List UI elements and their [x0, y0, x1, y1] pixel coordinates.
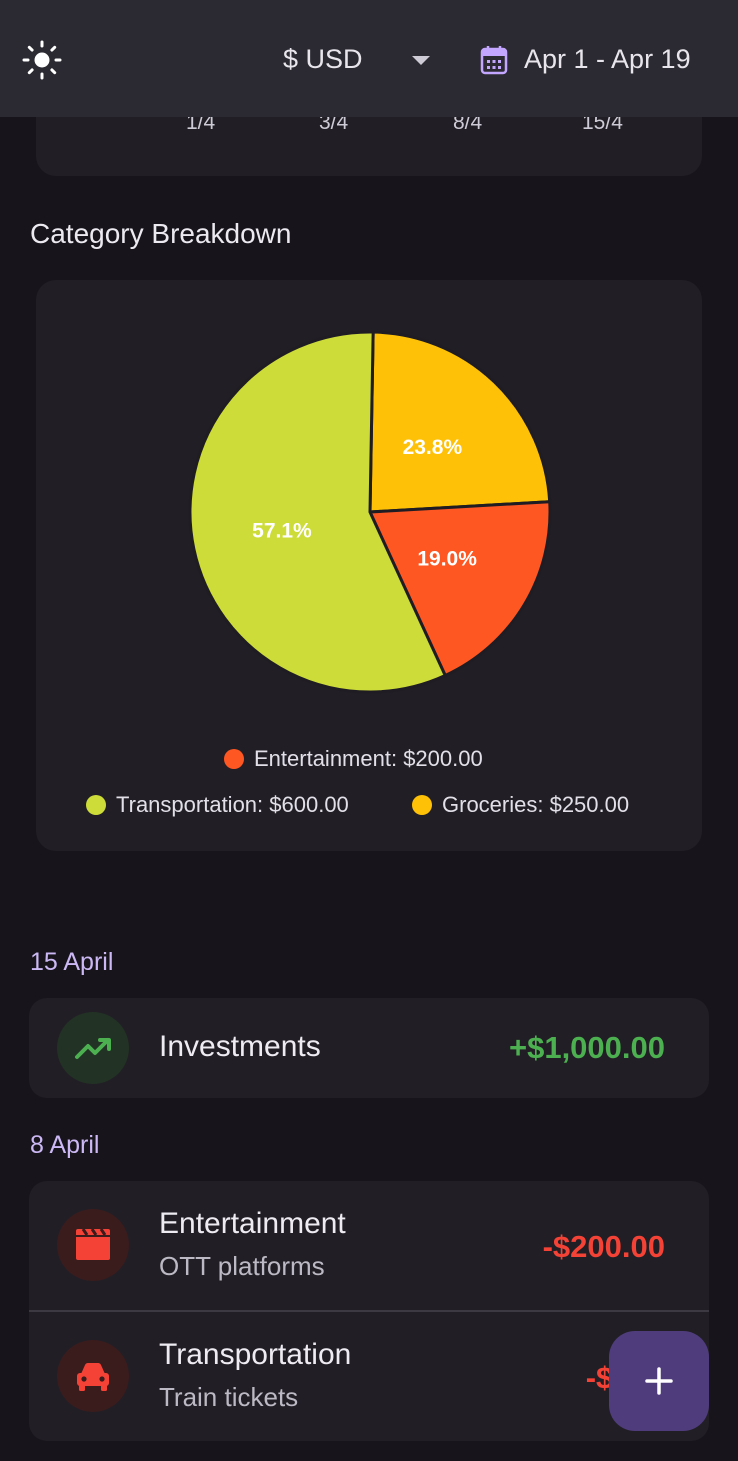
legend-label: Groceries: $250.00	[442, 792, 630, 817]
currency-selector[interactable]: $ USD	[283, 44, 363, 75]
transaction-amount: +$1,000.00	[508, 1030, 665, 1065]
section-title: Category Breakdown	[30, 218, 292, 249]
app-bar: $ USD Apr 1 - Apr 19	[0, 0, 738, 117]
pie-slice-groceries[interactable]	[368, 330, 552, 514]
transaction-title: Transportation	[159, 1338, 352, 1371]
transaction-title: Entertainment	[159, 1207, 346, 1240]
transaction-subtitle: Train tickets	[159, 1382, 299, 1412]
transaction-group: Entertainment OTT platforms -$200.00 Tra…	[29, 1181, 709, 1441]
transaction-date-header: 15 April	[30, 948, 114, 976]
legend-dot	[224, 749, 244, 769]
transaction-title: Investments	[159, 1030, 321, 1063]
legend-item-entertainment: Entertainment: $200.00	[224, 746, 483, 772]
category-icon-bg	[57, 1340, 129, 1412]
legend-item-groceries: Groceries: $250.00	[412, 792, 629, 818]
pie-slice-label: 57.1%	[252, 519, 312, 542]
pie-slice-label: 23.8%	[403, 436, 463, 459]
clapperboard-icon	[76, 1228, 110, 1260]
legend-dot	[412, 795, 432, 815]
transaction-subtitle: OTT platforms	[159, 1251, 325, 1281]
legend-label: Transportation: $600.00	[116, 792, 349, 817]
car-icon	[77, 1363, 109, 1391]
transaction-amount: -$200.00	[542, 1229, 665, 1264]
transaction-item-investments[interactable]: Investments +$1,000.00	[29, 998, 709, 1098]
legend-label: Entertainment: $200.00	[254, 746, 483, 771]
legend-dot	[86, 795, 106, 815]
trending-up-icon	[75, 1038, 111, 1059]
pie-chart[interactable]: 23.8% 19.0% 57.1%	[180, 322, 560, 702]
legend-item-transportation: Transportation: $600.00	[86, 792, 349, 818]
plus-icon	[645, 1367, 673, 1395]
transaction-date-header: 8 April	[30, 1131, 100, 1159]
add-transaction-button[interactable]	[609, 1331, 709, 1431]
date-range-button[interactable]: Apr 1 - Apr 19	[524, 44, 691, 75]
transaction-group: Investments +$1,000.00	[29, 998, 709, 1098]
pie-slice-label: 19.0%	[417, 547, 477, 570]
sun-icon[interactable]	[22, 40, 62, 80]
calendar-icon[interactable]	[480, 45, 508, 75]
transaction-item-transportation[interactable]: Transportation Train tickets -$600	[29, 1312, 709, 1441]
category-icon-bg	[57, 1012, 129, 1084]
chevron-down-icon[interactable]	[412, 56, 430, 65]
category-icon-bg	[57, 1209, 129, 1281]
transaction-item-entertainment[interactable]: Entertainment OTT platforms -$200.00	[29, 1181, 709, 1310]
